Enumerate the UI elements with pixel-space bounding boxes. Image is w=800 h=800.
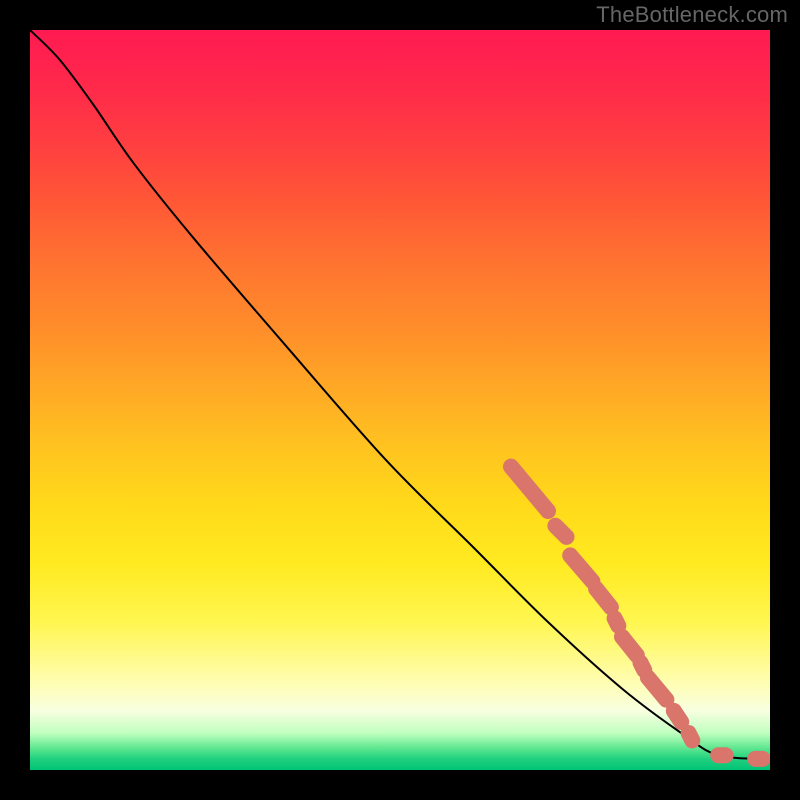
highlight-marker bbox=[555, 526, 566, 537]
highlight-marker bbox=[511, 467, 548, 511]
highlight-marker bbox=[689, 733, 693, 740]
highlight-marker bbox=[622, 637, 637, 656]
highlight-marker bbox=[674, 711, 681, 722]
highlight-marker bbox=[570, 555, 592, 581]
highlight-marker bbox=[615, 618, 619, 625]
chart-svg bbox=[30, 30, 770, 770]
plot-area bbox=[30, 30, 770, 770]
bottleneck-curve bbox=[30, 30, 770, 759]
highlight-marker bbox=[648, 678, 667, 700]
chart-root: TheBottleneck.com bbox=[0, 0, 800, 800]
watermark-text: TheBottleneck.com bbox=[596, 2, 788, 28]
highlight-marker bbox=[596, 589, 611, 608]
highlight-marker-group bbox=[511, 467, 763, 759]
highlight-marker bbox=[641, 663, 645, 670]
